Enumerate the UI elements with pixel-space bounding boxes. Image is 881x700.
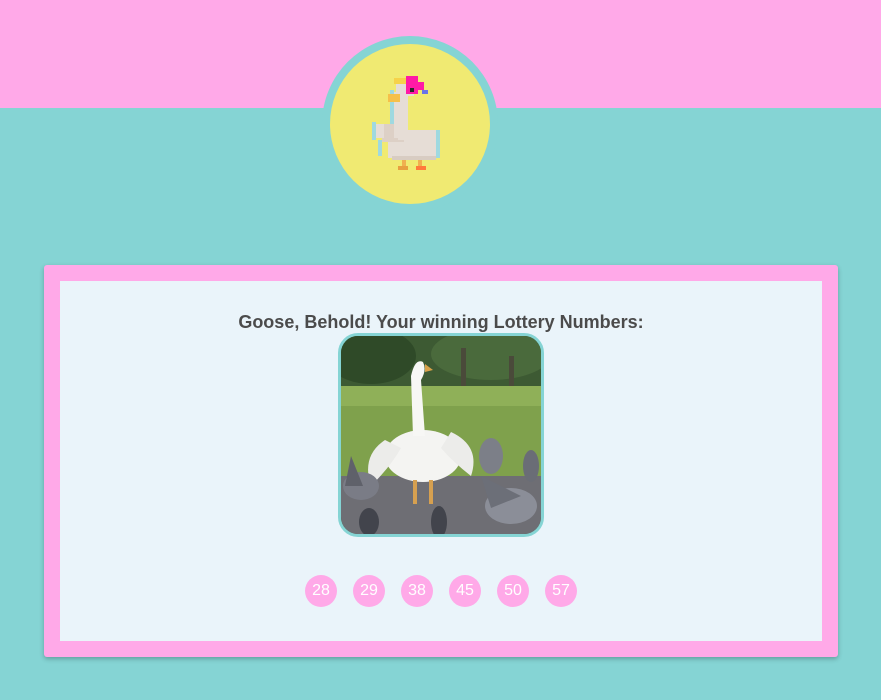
lottery-number: 29 [353,575,385,607]
lottery-card: Goose, Behold! Your winning Lottery Numb… [44,265,838,657]
pixel-goose-icon [372,76,440,170]
lottery-numbers: 28 29 38 45 50 57 [60,575,822,607]
lottery-number: 57 [545,575,577,607]
lottery-number: 38 [401,575,433,607]
lottery-number: 50 [497,575,529,607]
goose-image [338,333,544,537]
lottery-number: 28 [305,575,337,607]
card-title: Goose, Behold! Your winning Lottery Numb… [238,312,644,332]
lottery-card-body: Goose, Behold! Your winning Lottery Numb… [60,281,822,641]
lottery-number: 45 [449,575,481,607]
logo[interactable] [330,44,490,204]
goose-pigeons-photo [341,336,541,534]
